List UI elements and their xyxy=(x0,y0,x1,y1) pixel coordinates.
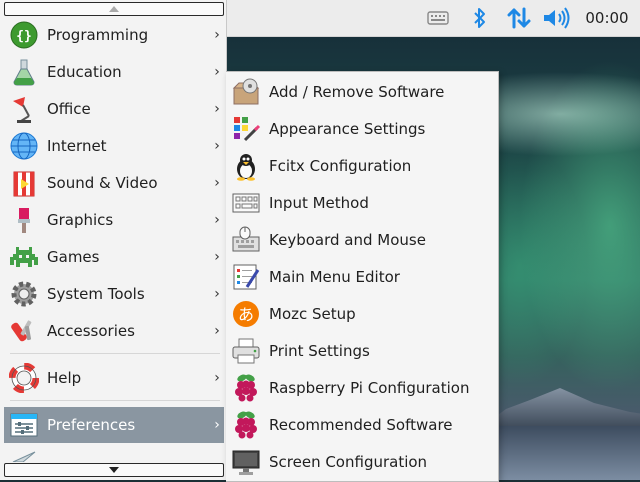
menu-item-system-tools[interactable]: System Tools › xyxy=(4,276,224,312)
submenu-item-keyboard-and-mouse[interactable]: Keyboard and Mouse xyxy=(226,221,498,258)
chevron-right-icon: › xyxy=(214,27,220,43)
menu-item-education[interactable]: Education › xyxy=(4,54,224,90)
submenu-item-add-remove-software[interactable]: Add / Remove Software xyxy=(226,73,498,110)
menu-item-label: Preferences xyxy=(47,416,136,434)
chevron-down-icon xyxy=(109,467,119,473)
chevron-right-icon: › xyxy=(214,286,220,302)
chevron-right-icon: › xyxy=(214,175,220,191)
accessories-icon xyxy=(8,315,40,347)
chevron-right-icon: › xyxy=(214,249,220,265)
menu-scroll-down-button[interactable] xyxy=(4,463,224,477)
main-menu: {} Programming › Education › Office › In… xyxy=(0,0,227,480)
submenu-item-appearance-settings[interactable]: Appearance Settings xyxy=(226,110,498,147)
submenu-item-mozc-setup[interactable]: あ Mozc Setup xyxy=(226,295,498,332)
menu-item-label: System Tools xyxy=(47,285,145,303)
chevron-right-icon: › xyxy=(214,212,220,228)
submenu-item-label: Fcitx Configuration xyxy=(269,156,412,175)
network-icon[interactable] xyxy=(505,0,533,36)
chevron-up-icon xyxy=(109,6,119,12)
submenu-item-raspberry-pi-configuration[interactable]: Raspberry Pi Configuration xyxy=(226,369,498,406)
menu-item-label: Sound & Video xyxy=(47,174,158,192)
menu-item-graphics[interactable]: Graphics › xyxy=(4,202,224,238)
system-tools-icon xyxy=(8,278,40,310)
chevron-right-icon: › xyxy=(214,323,220,339)
volume-icon[interactable] xyxy=(541,0,573,36)
help-icon xyxy=(8,362,40,394)
paper-plane-icon xyxy=(8,448,40,462)
submenu-item-screen-configuration[interactable]: Screen Configuration xyxy=(226,443,498,480)
internet-icon xyxy=(8,130,40,162)
submenu-item-input-method[interactable]: Input Method xyxy=(226,184,498,221)
menu-item-preferences[interactable]: Preferences › xyxy=(4,407,224,443)
education-icon xyxy=(8,56,40,88)
raspberry-icon xyxy=(230,372,262,404)
keyboard-icon[interactable] xyxy=(424,0,452,36)
menu-item-label: Programming xyxy=(47,26,149,44)
programming-icon: {} xyxy=(8,19,40,51)
chevron-right-icon: › xyxy=(214,64,220,80)
graphics-icon xyxy=(8,204,40,236)
menu-item-sound-video[interactable]: Sound & Video › xyxy=(4,165,224,201)
submenu-item-fcitx-configuration[interactable]: Fcitx Configuration xyxy=(226,147,498,184)
menu-item-partial[interactable] xyxy=(4,448,224,462)
menu-item-games[interactable]: Games › xyxy=(4,239,224,275)
submenu-item-label: Screen Configuration xyxy=(269,452,428,471)
svg-text:{}: {} xyxy=(16,29,32,44)
clock[interactable]: 00:00 xyxy=(582,0,632,36)
menu-item-internet[interactable]: Internet › xyxy=(4,128,224,164)
submenu-item-label: Main Menu Editor xyxy=(269,267,400,286)
menu-scroll-up-button[interactable] xyxy=(4,2,224,16)
package-icon xyxy=(230,76,262,108)
menu-item-label: Office xyxy=(47,100,91,118)
mozc-glyph: あ xyxy=(238,305,254,324)
chevron-right-icon: › xyxy=(214,101,220,117)
menu-item-label: Accessories xyxy=(47,322,135,340)
menu-item-help[interactable]: Help › xyxy=(4,360,224,396)
menu-item-label: Games xyxy=(47,248,100,266)
menu-item-label: Help xyxy=(47,369,82,387)
sound-video-icon xyxy=(8,167,40,199)
submenu-item-label: Print Settings xyxy=(269,341,370,360)
raspberry-icon xyxy=(230,409,262,441)
chevron-right-icon: › xyxy=(214,138,220,154)
preferences-icon xyxy=(8,409,40,441)
monitor-icon xyxy=(230,446,262,478)
submenu-item-label: Add / Remove Software xyxy=(269,82,445,101)
chevron-right-icon: › xyxy=(214,370,220,386)
submenu-item-label: Appearance Settings xyxy=(269,119,426,138)
preferences-submenu: Add / Remove Software Appearance Setting… xyxy=(226,71,499,482)
menu-editor-icon xyxy=(230,261,262,293)
office-icon xyxy=(8,93,40,125)
submenu-item-print-settings[interactable]: Print Settings xyxy=(226,332,498,369)
submenu-item-main-menu-editor[interactable]: Main Menu Editor xyxy=(226,258,498,295)
bluetooth-icon[interactable] xyxy=(468,0,492,36)
appearance-icon xyxy=(230,113,262,145)
menu-separator xyxy=(10,400,220,401)
input-method-icon xyxy=(230,187,262,219)
submenu-item-label: Recommended Software xyxy=(269,415,453,434)
menu-item-label: Graphics xyxy=(47,211,114,229)
printer-icon xyxy=(230,335,262,367)
submenu-item-label: Keyboard and Mouse xyxy=(269,230,426,249)
menu-separator xyxy=(10,353,220,354)
menu-item-office[interactable]: Office › xyxy=(4,91,224,127)
menu-item-label: Education xyxy=(47,63,122,81)
submenu-item-recommended-software[interactable]: Recommended Software xyxy=(226,406,498,443)
penguin-icon xyxy=(230,150,262,182)
submenu-item-label: Raspberry Pi Configuration xyxy=(269,378,470,397)
chevron-right-icon: › xyxy=(214,417,220,433)
submenu-item-label: Mozc Setup xyxy=(269,304,356,323)
games-icon xyxy=(8,241,40,273)
mozc-icon: あ xyxy=(230,298,262,330)
submenu-item-label: Input Method xyxy=(269,193,369,212)
menu-item-accessories[interactable]: Accessories › xyxy=(4,313,224,349)
menu-item-label: Internet xyxy=(47,137,107,155)
keyboard-mouse-icon xyxy=(230,224,262,256)
menu-item-programming[interactable]: {} Programming › xyxy=(4,17,224,53)
